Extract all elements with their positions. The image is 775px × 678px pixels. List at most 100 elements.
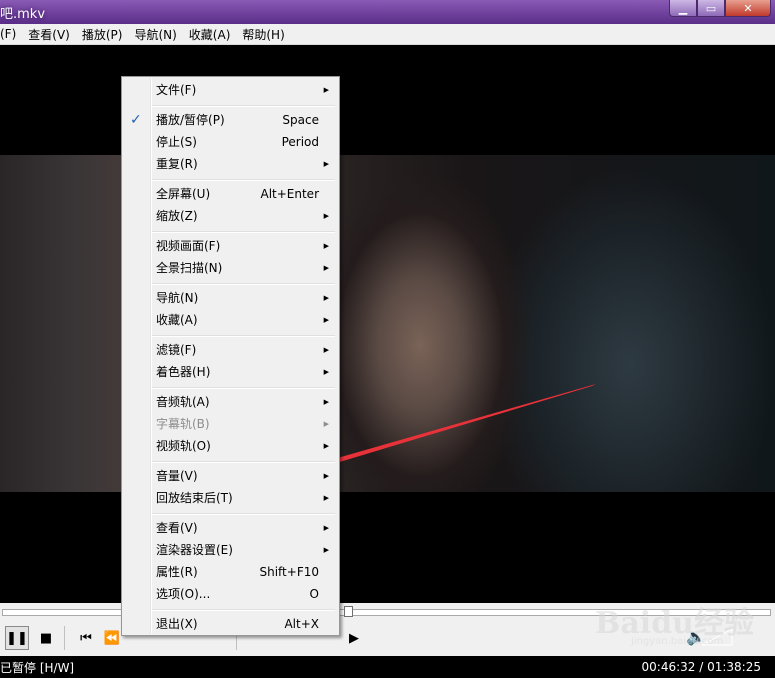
video-area[interactable]	[0, 45, 775, 603]
menu-separator	[152, 231, 335, 233]
menu-play[interactable]: 播放(P)	[82, 26, 129, 43]
ctx-label: 缩放(Z)	[156, 209, 198, 223]
ctx-label: 字幕轨(B)	[156, 417, 210, 431]
watermark-site: jingyan.baidu.com	[631, 636, 724, 647]
submenu-arrow-icon: ▶	[323, 420, 329, 428]
maximize-button[interactable]: ▭	[697, 0, 725, 17]
submenu-arrow-icon: ▶	[323, 212, 329, 220]
ctx-item-properties[interactable]: 属性(R) Shift+F10	[124, 561, 337, 583]
ctx-item-file[interactable]: 文件(F) ▶	[124, 79, 337, 101]
submenu-arrow-icon: ▶	[323, 86, 329, 94]
ctx-label: 收藏(A)	[156, 313, 198, 327]
ctx-item-filters[interactable]: 滤镜(F) ▶	[124, 339, 337, 361]
menu-separator	[152, 461, 335, 463]
ctx-label: 导航(N)	[156, 291, 199, 305]
menu-separator	[152, 513, 335, 515]
ctx-shortcut: Alt+X	[284, 617, 319, 631]
skip-back-icon: ⏮	[80, 630, 92, 646]
ctx-label: 音量(V)	[156, 469, 198, 483]
ctx-item-video-track[interactable]: 视频轨(O) ▶	[124, 435, 337, 457]
close-icon: ✕	[743, 1, 753, 15]
annotation-arrow	[238, 384, 596, 492]
ctx-label: 全屏幕(U)	[156, 187, 211, 201]
ctx-item-fullscreen[interactable]: 全屏幕(U) Alt+Enter	[124, 183, 337, 205]
submenu-arrow-icon: ▶	[323, 494, 329, 502]
minimize-button[interactable]: ▁	[669, 0, 697, 17]
ctx-item-volume[interactable]: 音量(V) ▶	[124, 465, 337, 487]
menu-help[interactable]: 帮助(H)	[242, 26, 290, 43]
ctx-item-renderer-settings[interactable]: 渲染器设置(E) ▶	[124, 539, 337, 561]
ctx-item-subtitle-track: 字幕轨(B) ▶	[124, 413, 337, 435]
ctx-item-pan-scan[interactable]: 全景扫描(N) ▶	[124, 257, 337, 279]
frame-step-icon: ▶	[349, 630, 359, 646]
submenu-arrow-icon: ▶	[323, 472, 329, 480]
ctx-item-favorites[interactable]: 收藏(A) ▶	[124, 309, 337, 331]
menu-separator	[152, 335, 335, 337]
submenu-arrow-icon: ▶	[323, 524, 329, 532]
submenu-arrow-icon: ▶	[323, 264, 329, 272]
ctx-label: 视频轨(O)	[156, 439, 211, 453]
maximize-icon: ▭	[705, 1, 717, 15]
previous-button[interactable]: ⏮	[74, 626, 98, 650]
ctx-shortcut: O	[309, 587, 319, 601]
playback-time: 00:46:32 / 01:38:25	[641, 660, 761, 674]
submenu-arrow-icon: ▶	[323, 398, 329, 406]
ctx-label: 播放/暂停(P)	[156, 113, 225, 127]
pause-icon: ❚❚	[6, 630, 28, 646]
ctx-label: 查看(V)	[156, 521, 198, 535]
menu-separator	[152, 609, 335, 611]
submenu-arrow-icon: ▶	[323, 242, 329, 250]
checkmark-icon: ✓	[130, 112, 142, 128]
submenu-arrow-icon: ▶	[323, 316, 329, 324]
controls-divider	[64, 626, 65, 650]
ctx-label: 停止(S)	[156, 135, 197, 149]
submenu-arrow-icon: ▶	[323, 442, 329, 450]
menu-file[interactable]: (F)	[0, 27, 22, 41]
title-bar: 吧.mkv ▁ ▭ ✕	[0, 0, 775, 24]
ctx-item-audio-track[interactable]: 音频轨(A) ▶	[124, 391, 337, 413]
ctx-item-view[interactable]: 查看(V) ▶	[124, 517, 337, 539]
submenu-arrow-icon: ▶	[323, 546, 329, 554]
menu-view[interactable]: 查看(V)	[28, 26, 76, 43]
menu-navigate[interactable]: 导航(N)	[134, 26, 182, 43]
close-button[interactable]: ✕	[725, 0, 771, 17]
window-controls: ▁ ▭ ✕	[669, 0, 771, 18]
rewind-icon: ⏪	[103, 630, 121, 646]
ctx-item-navigate[interactable]: 导航(N) ▶	[124, 287, 337, 309]
ctx-label: 音频轨(A)	[156, 395, 210, 409]
ctx-item-exit[interactable]: 退出(X) Alt+X	[124, 613, 337, 635]
ctx-shortcut: Shift+F10	[259, 565, 319, 579]
submenu-arrow-icon: ▶	[323, 294, 329, 302]
ctx-item-stop[interactable]: 停止(S) Period	[124, 131, 337, 153]
ctx-label: 着色器(H)	[156, 365, 211, 379]
ctx-label: 全景扫描(N)	[156, 261, 223, 275]
context-menu: 文件(F) ▶ ✓ 播放/暂停(P) Space 停止(S) Period 重复…	[121, 76, 340, 636]
window-title: 吧.mkv	[0, 7, 46, 22]
ctx-item-shaders[interactable]: 着色器(H) ▶	[124, 361, 337, 383]
ctx-item-video-frame[interactable]: 视频画面(F) ▶	[124, 235, 337, 257]
menu-separator	[152, 105, 335, 107]
frame-step-button[interactable]: ▶	[342, 626, 366, 650]
stop-icon: ■	[39, 630, 53, 646]
submenu-arrow-icon: ▶	[323, 346, 329, 354]
seek-thumb[interactable]	[344, 606, 353, 617]
ctx-label: 渲染器设置(E)	[156, 543, 233, 557]
ctx-label: 文件(F)	[156, 83, 197, 97]
ctx-shortcut: Alt+Enter	[260, 187, 319, 201]
status-bar: 已暂停 [H/W] 00:46:32 / 01:38:25	[0, 656, 775, 678]
ctx-item-play-pause[interactable]: ✓ 播放/暂停(P) Space	[124, 109, 337, 131]
ctx-label: 退出(X)	[156, 617, 198, 631]
ctx-item-repeat[interactable]: 重复(R) ▶	[124, 153, 337, 175]
ctx-label: 回放结束后(T)	[156, 491, 233, 505]
ctx-shortcut: Space	[282, 113, 319, 127]
ctx-item-zoom[interactable]: 缩放(Z) ▶	[124, 205, 337, 227]
menu-favorites[interactable]: 收藏(A)	[189, 26, 237, 43]
submenu-arrow-icon: ▶	[323, 160, 329, 168]
ctx-shortcut: Period	[281, 135, 319, 149]
menu-separator	[152, 387, 335, 389]
stop-button[interactable]: ■	[34, 626, 58, 650]
ctx-item-options[interactable]: 选项(O)... O	[124, 583, 337, 605]
menu-bar: (F) 查看(V) 播放(P) 导航(N) 收藏(A) 帮助(H)	[0, 24, 775, 45]
pause-button[interactable]: ❚❚	[5, 626, 29, 650]
ctx-item-after-playback[interactable]: 回放结束后(T) ▶	[124, 487, 337, 509]
